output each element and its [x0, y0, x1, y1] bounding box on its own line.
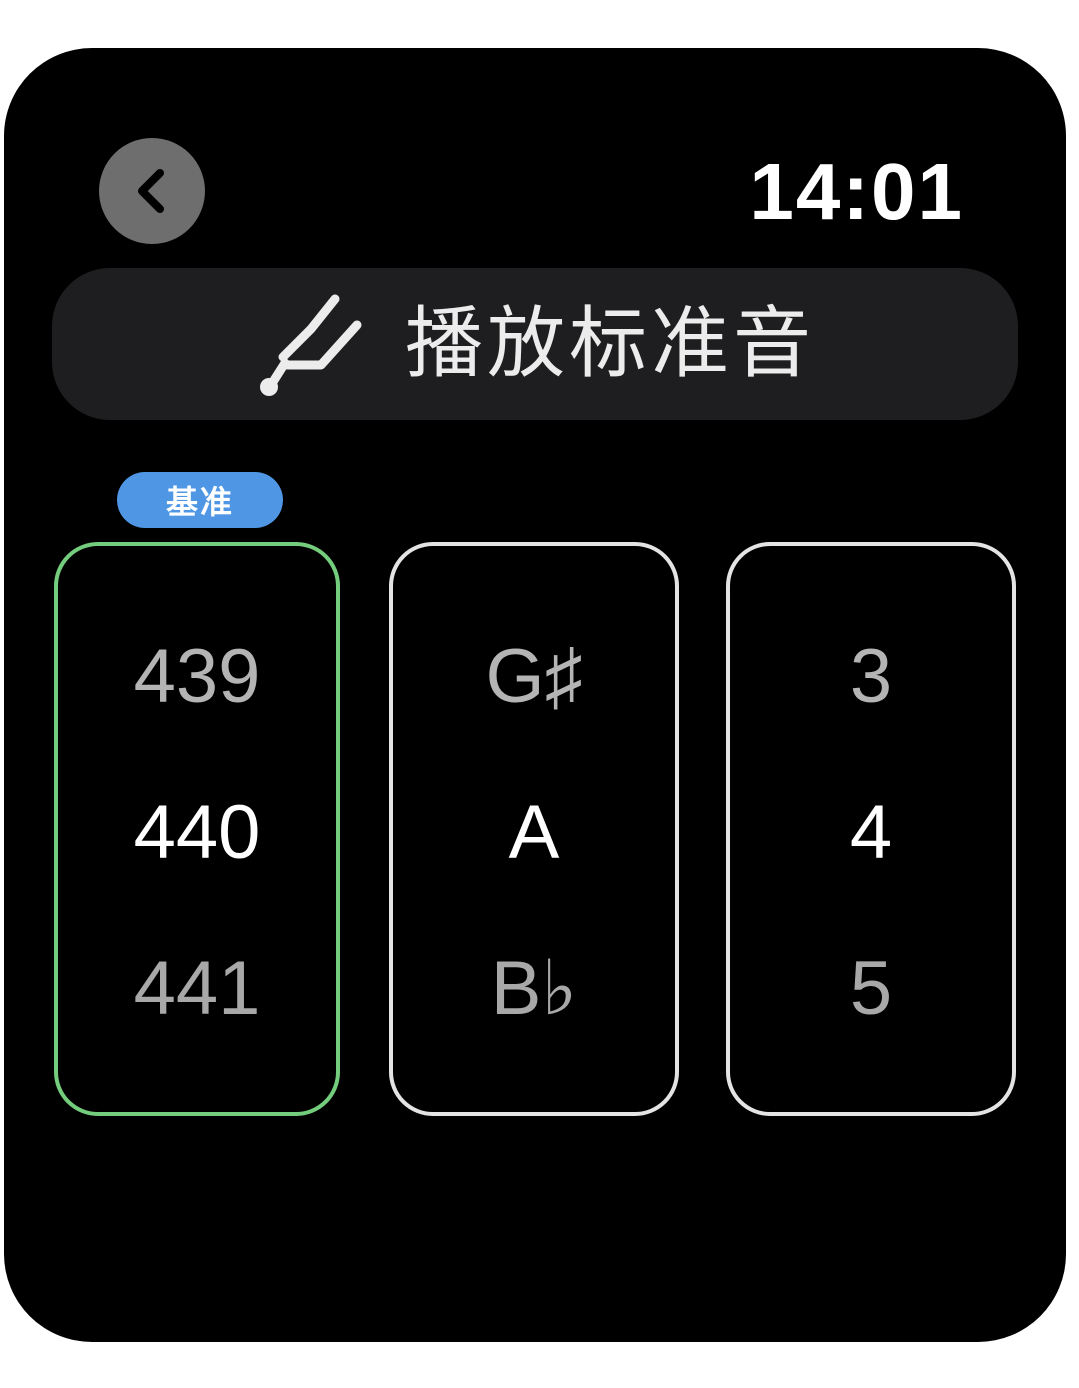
note-option-selected[interactable]: A: [393, 788, 675, 878]
octave-option-next[interactable]: 5: [730, 944, 1012, 1034]
frequency-picker[interactable]: 439 440 441: [54, 542, 340, 1116]
octave-picker[interactable]: 3 4 5: [726, 542, 1016, 1116]
chevron-left-icon: [138, 169, 164, 213]
note-option-next[interactable]: B♭: [393, 944, 675, 1034]
back-button[interactable]: [99, 138, 205, 244]
tuning-fork-icon: [259, 294, 362, 396]
reference-badge: 基准: [117, 472, 283, 528]
play-reference-tone-label: 播放标准音: [404, 299, 815, 389]
note-option-prev[interactable]: G♯: [393, 632, 675, 722]
frequency-option-selected[interactable]: 440: [58, 788, 336, 878]
frequency-option-next[interactable]: 441: [58, 944, 336, 1034]
octave-option-prev[interactable]: 3: [730, 632, 1012, 722]
watch-screen: 14:01 播放标准音 基准 439 440 441 G♯ A B♭ 3 4 5: [4, 48, 1066, 1342]
frequency-option-prev[interactable]: 439: [58, 632, 336, 722]
play-reference-tone-button[interactable]: 播放标准音: [52, 268, 1018, 420]
note-picker[interactable]: G♯ A B♭: [389, 542, 679, 1116]
status-time: 14:01: [749, 147, 964, 236]
octave-option-selected[interactable]: 4: [730, 788, 1012, 878]
